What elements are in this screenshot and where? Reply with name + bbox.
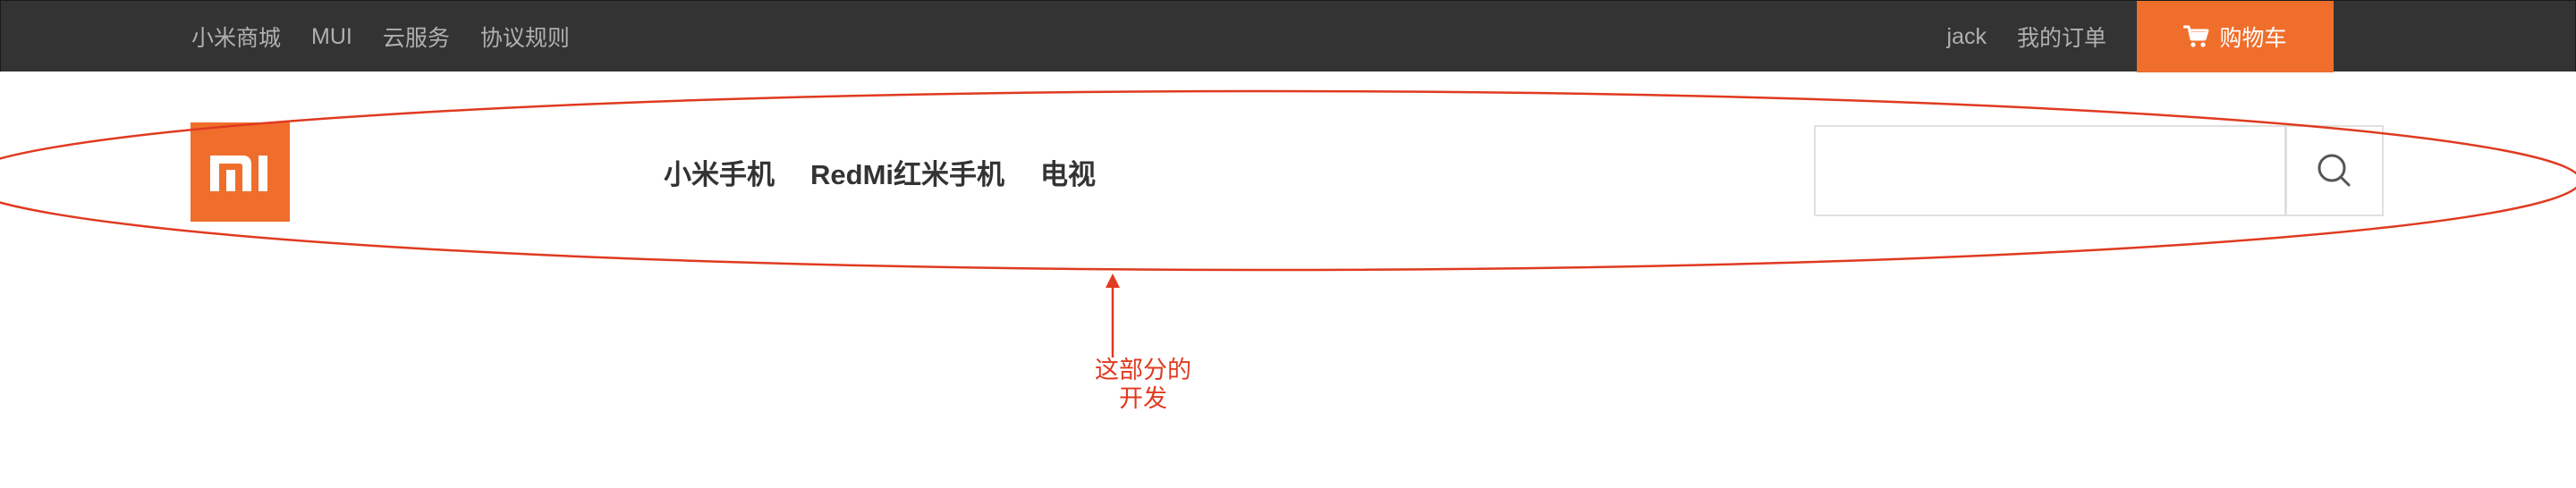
user-link[interactable]: jack	[1947, 24, 1987, 50]
cart-label: 购物车	[2219, 26, 2287, 51]
nav-item-tv[interactable]: 电视	[1040, 152, 1096, 192]
annotation-arrow-head	[1106, 273, 1120, 288]
top-nav-left: 小米商城 MUI 云服务 协议规则	[191, 1, 600, 72]
orders-link[interactable]: 我的订单	[2017, 21, 2106, 53]
top-link-mi-store[interactable]: 小米商城	[191, 21, 281, 53]
search-input[interactable]	[1814, 125, 2286, 216]
nav-item-redmi-phones[interactable]: RedMi红米手机	[810, 152, 1004, 192]
annotation-line-1: 这部分的	[1095, 357, 1191, 383]
nav-item-xiaomi-phones[interactable]: 小米手机	[664, 152, 775, 192]
mi-logo-icon	[209, 155, 267, 191]
main-nav: 小米手机 RedMi红米手机 电视	[664, 145, 1131, 198]
cart-button[interactable]: 购物车	[2137, 1, 2334, 72]
top-nav-right: jack 我的订单 购物车	[1947, 1, 2575, 72]
annotation-overlay	[0, 89, 2576, 358]
annotation-text: 这部分的 开发	[1055, 356, 1231, 413]
search-icon	[2318, 154, 2351, 187]
top-link-rules[interactable]: 协议规则	[480, 21, 570, 53]
top-bar: 小米商城 MUI 云服务 协议规则 jack 我的订单 购物车	[0, 0, 2576, 72]
search-button[interactable]	[2285, 125, 2384, 216]
top-link-cloud[interactable]: 云服务	[383, 21, 450, 53]
mi-logo[interactable]: mi	[191, 122, 290, 222]
top-link-mui[interactable]: MUI	[311, 24, 352, 50]
page: 小米商城 MUI 云服务 协议规则 jack 我的订单 购物车 mi	[0, 0, 2576, 488]
annotation-line-2: 开发	[1119, 385, 1167, 412]
cart-icon	[2183, 25, 2209, 47]
